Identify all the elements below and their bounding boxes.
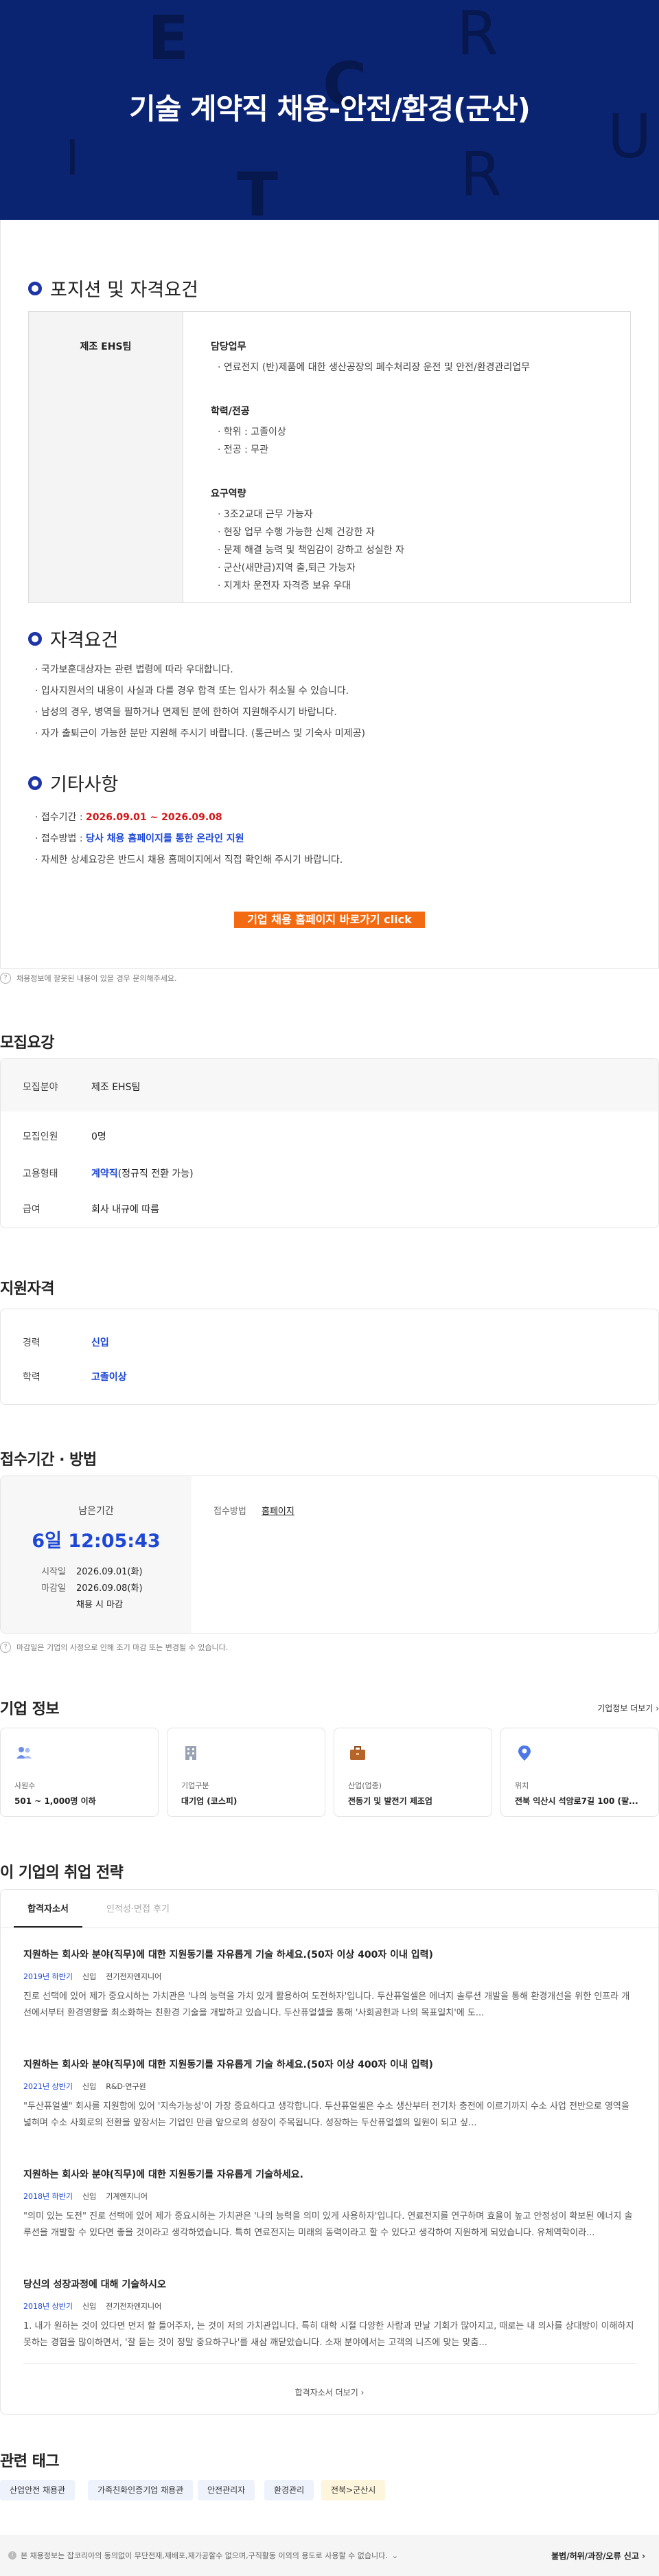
banner-title: 기술 계약직 채용-안전/환경(군산) (129, 92, 531, 126)
eligibility-row-career: 경력 신입 (23, 1337, 109, 1348)
list-item: 자세한 상세요강은 반드시 채용 홈페이지에서 직접 확인해 주시기 바랍니다. (35, 850, 625, 871)
remaining-time: 6일 12:05:43 (32, 1530, 161, 1552)
period-box: 남은기간 6일 12:05:43 시작일 2026.09.01(화) 마감일 202… (0, 1476, 659, 1634)
recruit-row-field: 모집분야 제조 EHS팀 (23, 1082, 141, 1093)
banner-deco-letter: R (460, 139, 502, 210)
chevron-down-icon[interactable]: ⌄ (392, 2551, 398, 2560)
other-info-list: 접수기간 : 2026.09.01 ~ 2026.09.08 접수방법 : 당사… (35, 807, 625, 871)
tab-passed-essays[interactable]: 합격자소서 (14, 1901, 82, 1928)
info-icon: i (8, 2551, 16, 2560)
report-notice[interactable]: ? 채용정보에 잘못된 내용이 있을 경우 문의해주세요. (0, 973, 177, 984)
position-requirements: 담당업무 연료전지 (반)제품에 대한 생산공장의 폐수처리장 운전 및 안전/… (183, 312, 630, 602)
posting-detail-card: 포지션 및 자격요건 제조 EHS팀 담당업무 연료전지 (반)제품에 대한 생… (0, 220, 659, 969)
banner-deco-letter: I (65, 130, 80, 186)
education-block: 학력/전공 학위 : 고졸이상 전공 : 무관 (211, 404, 630, 459)
other-section-heading: 기타사항 (28, 769, 118, 796)
company-card-employees: 사원수 501 ~ 1,000명 이하 (0, 1728, 159, 1817)
qualification-section-heading: 자격요건 (28, 625, 118, 652)
list-item: 국가보훈대상자는 관련 법령에 따라 우대합니다. (35, 659, 625, 681)
question-icon: ? (0, 1642, 11, 1653)
tag-chip[interactable]: 안전관리자 (198, 2480, 255, 2500)
company-more-link[interactable]: 기업정보 더보기 › (597, 1702, 659, 1714)
essay-item[interactable]: 지원하는 회사와 분야(직무)에 대한 지원동기를 자유롭게 기술 하세요.(5… (23, 2057, 637, 2132)
job-posting-page: E C R U I T R 기술 계약직 채용-안전/환경(군산) 포지션 및 … (0, 0, 659, 2576)
people-icon (16, 1747, 32, 1759)
eligibility-box: 경력 신입 학력 고졸이상 (0, 1309, 659, 1405)
chevron-right-icon: › (358, 2388, 365, 2397)
tags-heading: 관련 태그 (0, 2453, 60, 2470)
period-countdown-panel: 남은기간 6일 12:05:43 시작일 2026.09.01(화) 마감일 202… (1, 1476, 192, 1633)
position-section-heading: 포지션 및 자격요건 (28, 275, 198, 302)
list-item: 자가 출퇴근이 가능한 분만 지원해 주시기 바랍니다. (통근버스 및 기숙사… (35, 723, 625, 745)
essay-item[interactable]: 지원하는 회사와 분야(직무)에 대한 지원동기를 자유롭게 기술하세요. 20… (23, 2167, 637, 2241)
copyright-notice: i 본 채용정보는 잡코리아의 동의없이 무단전재,재배포,재가공할수 없으며,… (8, 2550, 398, 2561)
deadline-notice: ? 마감일은 기업의 사정으로 인해 조기 마감 또는 변경될 수 있습니다. (0, 1642, 228, 1653)
recruit-row-salary: 급여 회사 내규에 따름 (23, 1204, 160, 1215)
company-card-location: 위치 전북 익산시 석암로7길 100 (팔... (500, 1728, 659, 1817)
banner-deco-letter: T (237, 159, 279, 221)
question-icon: ? (0, 973, 11, 984)
tab-aptitude-interview[interactable]: 인적성·면접 후기 (106, 1901, 170, 1914)
tag-chip[interactable]: 산업안전 채용관 (0, 2480, 76, 2500)
application-period-line: 접수기간 : 2026.09.01 ~ 2026.09.08 (35, 807, 625, 828)
divider (23, 2363, 637, 2364)
building-icon (185, 1746, 196, 1760)
company-homepage-button[interactable]: 기업 채용 홈페이지 바로가기 click (234, 912, 425, 928)
briefcase-icon (350, 1746, 365, 1760)
essay-more-link[interactable]: 합격자소서 더보기 › (0, 2386, 659, 2398)
essay-item[interactable]: 당신의 성장과정에 대해 기술하시오 2018년 상반기 신입 전기전자엔지니어 1… (23, 2277, 637, 2351)
position-table: 제조 EHS팀 담당업무 연료전지 (반)제품에 대한 생산공장의 폐수처리장 … (28, 311, 631, 603)
report-link[interactable]: 불법/허위/과장/오류 신고 › (551, 2550, 645, 2562)
banner-deco-letter: R (456, 0, 499, 69)
remaining-label: 남은기간 (78, 1506, 114, 1517)
period-dates: 시작일 2026.09.01(화) 마감일 2026.09.08(화) 채용 시 마… (41, 1567, 143, 1610)
application-method: 접수방법 홈페이지 (213, 1506, 294, 1517)
section-bullet-icon (28, 776, 42, 790)
strategy-heading: 이 기업의 취업 전략 (0, 1864, 124, 1882)
list-item: 남성의 경우, 병역을 필하거나 면제된 분에 한하여 지원해주시기 바랍니다. (35, 702, 625, 723)
tag-chip[interactable]: 전북>군산시 (321, 2480, 386, 2500)
company-card-type: 기업구분 대기업 (코스피) (167, 1728, 325, 1817)
section-bullet-icon (28, 281, 42, 295)
company-card-industry: 산업(업종) 전동기 및 발전기 제조업 (334, 1728, 492, 1817)
eligibility-row-education: 학력 고졸이상 (23, 1372, 127, 1383)
duty-block: 담당업무 연료전지 (반)제품에 대한 생산공장의 폐수처리장 운전 및 안전/… (211, 339, 630, 376)
chevron-right-icon: › (638, 2551, 645, 2561)
banner-deco-letter: E (148, 3, 189, 74)
company-heading: 기업 정보 (0, 1701, 60, 1718)
essay-item[interactable]: 지원하는 회사와 분야(직무)에 대한 지원동기를 자유롭게 기술 하세요.(5… (23, 1947, 637, 2022)
recruit-row-employment-type: 고용형태 계약직 (정규직 전환 가능) (23, 1168, 194, 1179)
chevron-right-icon: › (653, 1704, 659, 1713)
section-bullet-icon (28, 631, 42, 646)
tag-chip[interactable]: 가족친화인증기업 채용관 (88, 2480, 194, 2500)
competency-block: 요구역량 3조2교대 근무 가능자 현장 업무 수행 가능한 신체 건강한 자 … (211, 486, 630, 595)
recruit-detail-box: 모집인원 0명 고용형태 계약직 (정규직 전환 가능) 급여 회사 내규에 따… (0, 1111, 659, 1228)
application-method-line: 접수방법 : 당사 채용 홈페이지를 통한 온라인 지원 (35, 828, 625, 850)
eligibility-heading: 지원자격 (0, 1280, 54, 1298)
tag-chip[interactable]: 환경관리 (264, 2480, 314, 2500)
qualification-list: 국가보훈대상자는 관련 법령에 따라 우대합니다. 입사지원서의 내용이 사실과… (35, 659, 625, 745)
list-item: 입사지원서의 내용이 사실과 다를 경우 합격 또는 입사가 취소될 수 있습니… (35, 681, 625, 702)
recruit-summary-heading: 모집요강 (0, 1035, 54, 1052)
application-method-link[interactable]: 홈페이지 (262, 1506, 294, 1517)
period-heading: 접수기간 · 방법 (0, 1451, 97, 1469)
position-team: 제조 EHS팀 (29, 312, 183, 602)
posting-banner: E C R U I T R 기술 계약직 채용-안전/환경(군산) (0, 0, 659, 220)
location-pin-icon (518, 1745, 531, 1761)
footer-notice-bar: i 본 채용정보는 잡코리아의 동의없이 무단전재,재배포,재가공할수 없으며,… (0, 2535, 659, 2576)
recruit-row-headcount: 모집인원 0명 (23, 1131, 106, 1142)
